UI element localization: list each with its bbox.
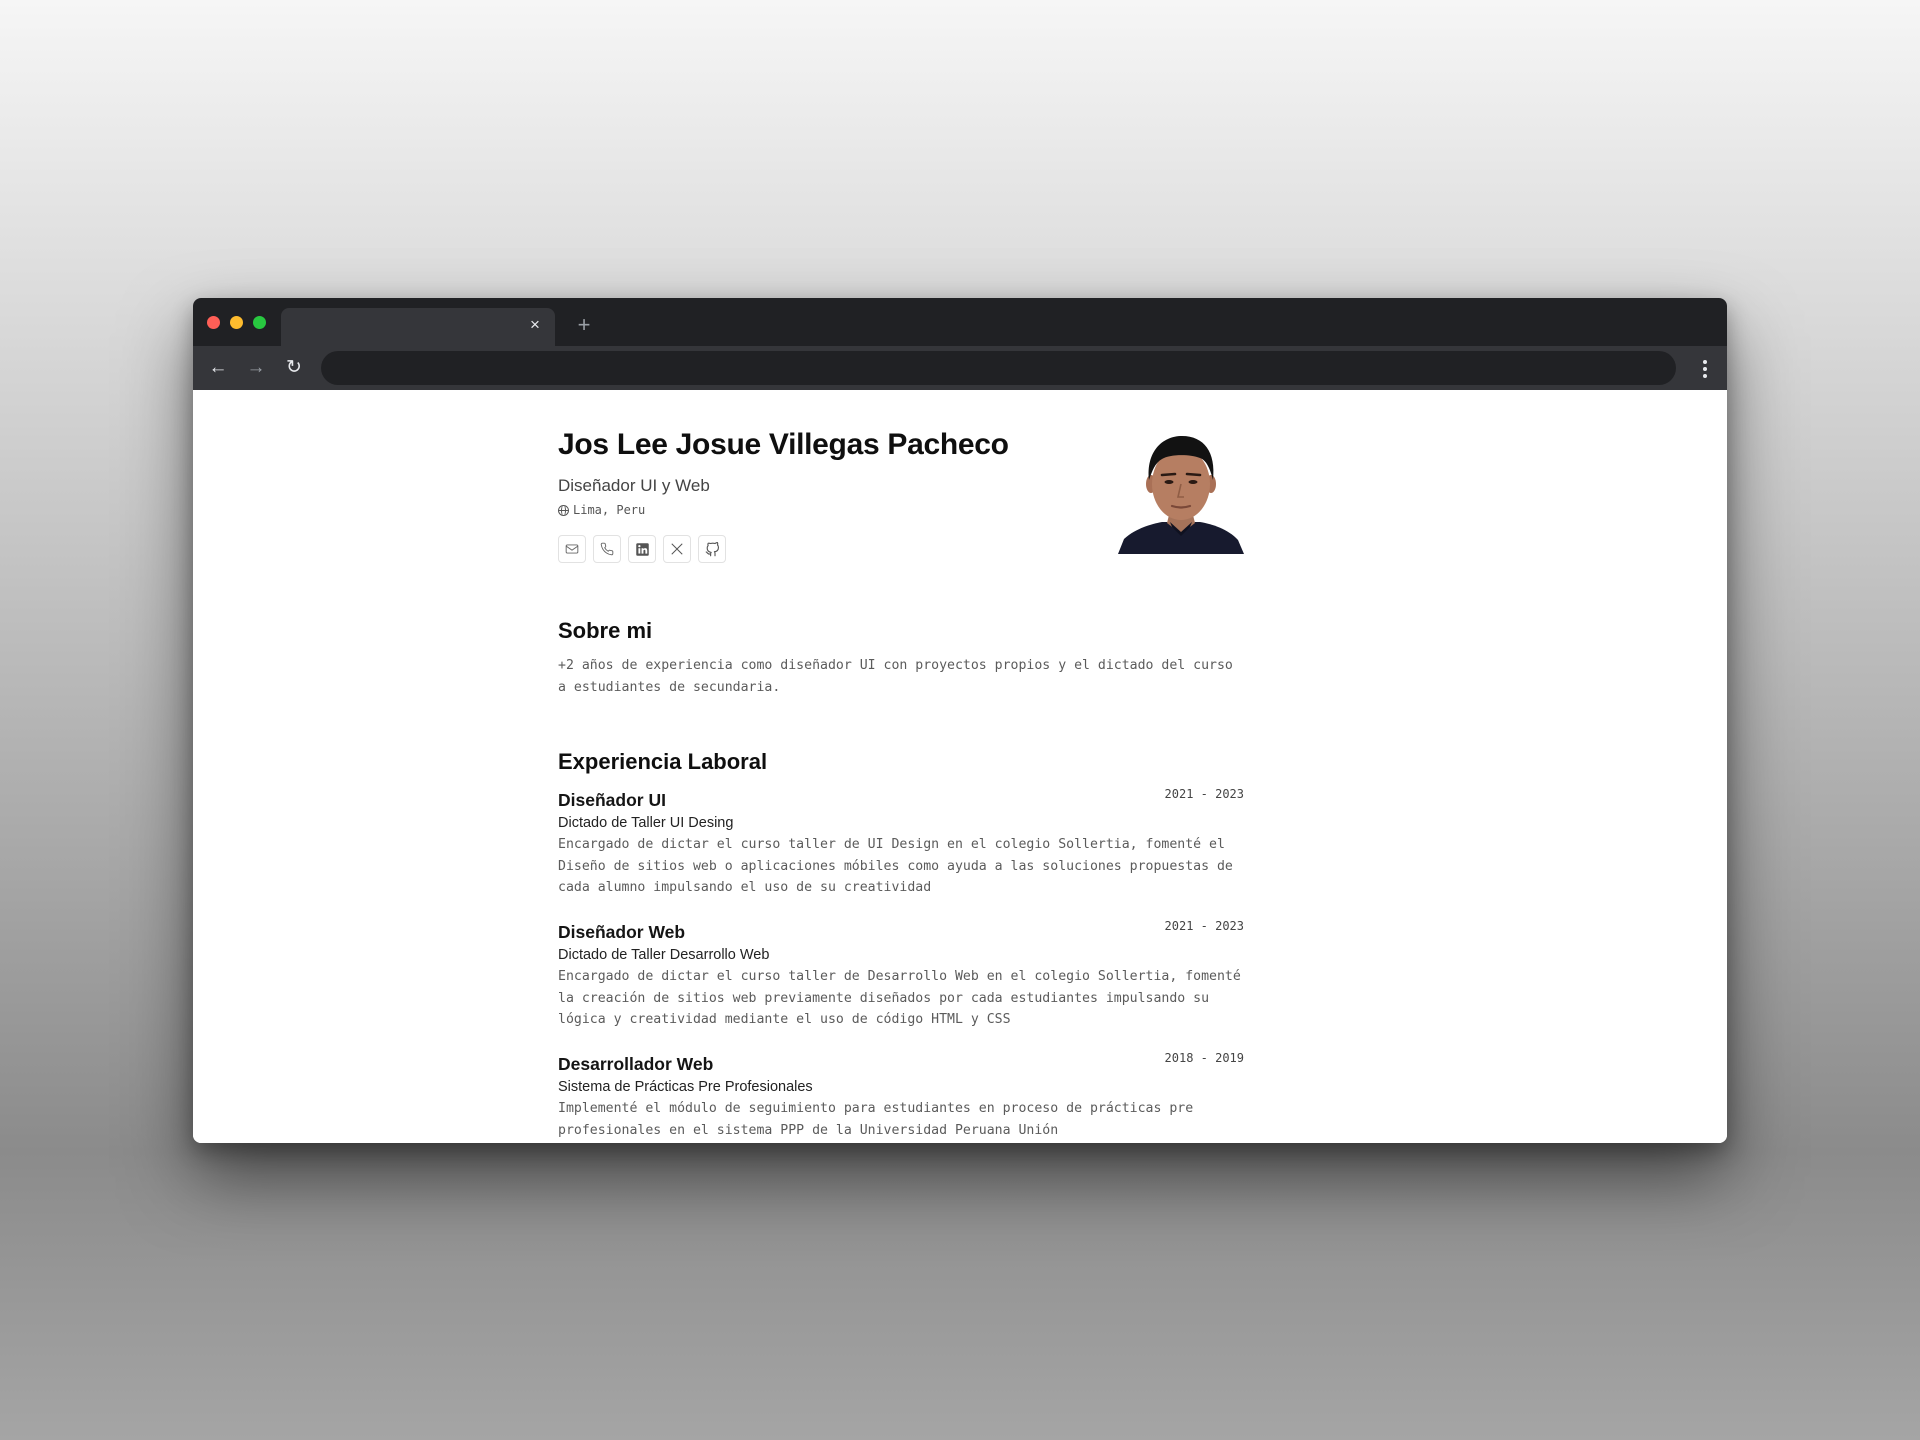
new-tab-button[interactable]: + [571, 312, 597, 338]
github-button[interactable] [698, 535, 726, 563]
contact-links [558, 535, 726, 563]
reload-icon[interactable]: ↻ [280, 354, 308, 382]
job-description: Encargado de dictar el curso taller de D… [558, 969, 1241, 1027]
mail-icon [565, 544, 579, 554]
maximize-window-button[interactable] [253, 316, 266, 329]
linkedin-button[interactable] [628, 535, 656, 563]
close-window-button[interactable] [207, 316, 220, 329]
page-viewport: Jos Lee Josue Villegas Pacheco Diseñador… [193, 390, 1727, 1143]
globe-icon [558, 504, 569, 516]
phone-icon [600, 542, 614, 556]
job-dates: 2018 - 2019 [1164, 1051, 1244, 1065]
browser-window: × + ← → ↻ Jos Lee Josue Villegas Pacheco… [193, 298, 1727, 1143]
job-dates: 2021 - 2023 [1164, 919, 1244, 933]
experience-heading: Experiencia Laboral [558, 749, 768, 774]
job-description: Implementé el módulo de seguimiento para… [558, 1101, 1194, 1138]
back-arrow-icon[interactable]: ← [204, 354, 232, 382]
forward-arrow-icon[interactable]: → [242, 354, 270, 382]
github-icon [705, 541, 719, 556]
address-bar[interactable] [321, 351, 1676, 385]
job-description: Encargado de dictar el curso taller de U… [558, 837, 1233, 895]
job-company: Dictado de Taller UI Desing [558, 815, 734, 831]
job-title: Desarrollador Web [558, 1054, 714, 1074]
job-company: Dictado de Taller Desarrollo Web [558, 947, 770, 963]
tab-bar: × + [193, 298, 1727, 346]
job-title: Diseñador Web [558, 922, 686, 942]
profile-photo [1118, 428, 1244, 554]
tab-close-icon[interactable]: × [525, 315, 545, 335]
browser-menu-icon[interactable] [1695, 354, 1715, 382]
minimize-window-button[interactable] [230, 316, 243, 329]
linkedin-icon [635, 542, 649, 556]
profile-role: Diseñador UI y Web [558, 476, 710, 495]
phone-button[interactable] [593, 535, 621, 563]
job-title: Diseñador UI [558, 790, 666, 810]
location-text: Lima, Peru [573, 503, 646, 517]
x-icon [671, 543, 683, 555]
browser-tab[interactable]: × [281, 308, 555, 346]
about-text: +2 años de experiencia como diseñador UI… [558, 658, 1233, 695]
job-dates: 2021 - 2023 [1164, 787, 1244, 801]
job-company: Sistema de Prácticas Pre Profesionales [558, 1079, 813, 1095]
x-button[interactable] [663, 535, 691, 563]
profile-location[interactable]: Lima, Peru [558, 503, 645, 517]
about-heading: Sobre mi [558, 618, 653, 643]
profile-name: Jos Lee Josue Villegas Pacheco [558, 428, 1009, 461]
browser-toolbar: ← → ↻ [193, 346, 1727, 390]
email-button[interactable] [558, 535, 586, 563]
